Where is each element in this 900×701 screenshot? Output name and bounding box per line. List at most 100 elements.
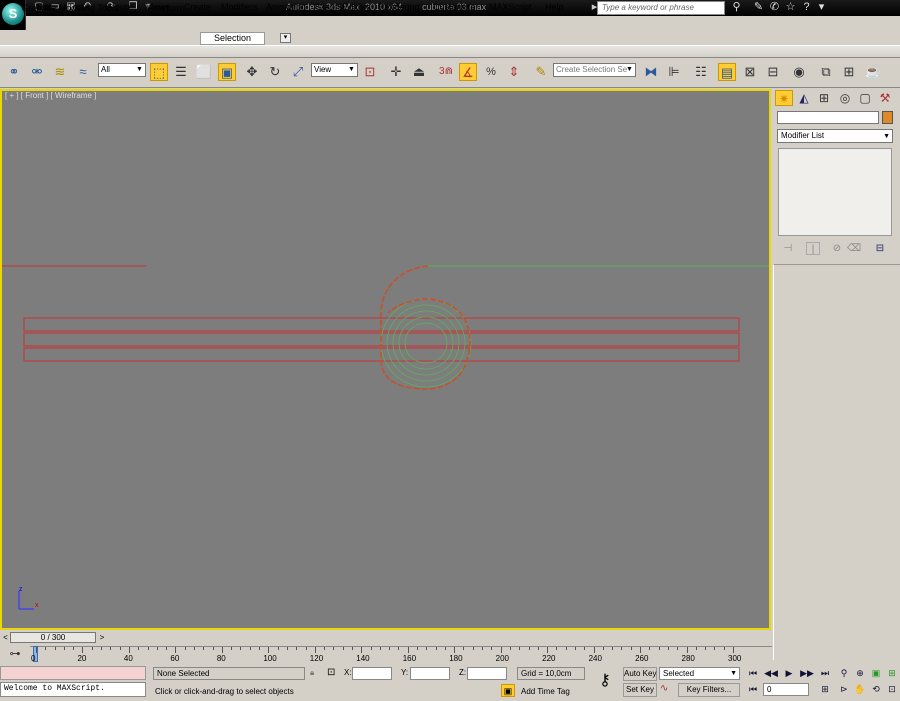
layer-manager-icon[interactable]: ☷	[692, 63, 710, 81]
reference-coordinate-dropdown[interactable]: View ▼	[311, 63, 358, 77]
time-tag-icon[interactable]: ▣	[501, 684, 515, 697]
auto-key-button[interactable]: Auto Key	[623, 667, 657, 681]
current-frame-field[interactable]: 0	[763, 683, 809, 696]
spinner-snap-icon[interactable]: ⇕	[505, 63, 523, 81]
viewport-canvas[interactable]	[2, 91, 769, 628]
go-to-end-icon[interactable]: ⏭	[818, 666, 832, 680]
curve-editor-icon[interactable]: ⊠	[741, 63, 759, 81]
spiral-profile-curve[interactable]	[380, 265, 471, 390]
rotate-icon[interactable]: ↻	[266, 63, 284, 81]
rendered-frame-icon[interactable]: ⊞	[840, 63, 858, 81]
pivot-center-icon[interactable]: ⊡	[361, 63, 379, 81]
go-to-start-icon[interactable]: ⏮	[746, 666, 760, 680]
select-manipulate-icon[interactable]: ✛	[387, 63, 405, 81]
hierarchy-tab-icon[interactable]: ⊞	[815, 90, 833, 106]
help-icon[interactable]: ?	[800, 1, 813, 14]
show-end-result-icon[interactable]: |	[806, 242, 820, 255]
render-setup-icon[interactable]: ⧉	[817, 63, 835, 81]
bind-space-warp-icon[interactable]: ≋	[51, 63, 69, 81]
percent-snap-icon[interactable]: %	[482, 63, 500, 81]
link-icon[interactable]: ⚭	[5, 63, 23, 81]
motion-tab-icon[interactable]: ◎	[836, 90, 854, 106]
subscription-icon[interactable]: ✎	[752, 1, 765, 14]
maxscript-output[interactable]: Welcome to MAXScript.	[0, 682, 146, 697]
ribbon-minimize-icon[interactable]: ▾	[280, 33, 291, 43]
spiral-helix[interactable]	[380, 298, 472, 388]
material-editor-icon[interactable]: ◉	[790, 63, 808, 81]
z-coordinate-field[interactable]	[467, 667, 507, 680]
make-unique-icon[interactable]: ⊘	[830, 242, 844, 255]
x-coordinate-field[interactable]	[352, 667, 392, 680]
track-bar[interactable]	[30, 646, 772, 664]
render-teapot-icon[interactable]: ☕	[864, 63, 882, 81]
time-slider[interactable]: 0 / 300	[10, 632, 96, 643]
absolute-mode-icon[interactable]: ⊡	[327, 667, 335, 679]
key-tangent-icon[interactable]: ∿	[660, 683, 674, 695]
menu-help[interactable]: Help	[545, 1, 564, 14]
mini-curve-editor-icon[interactable]: ⊶	[7, 647, 23, 661]
display-tab-icon[interactable]: ▢	[856, 90, 874, 106]
viewport-front[interactable]	[0, 89, 771, 630]
tab-freeform[interactable]: Freeform	[145, 2, 187, 15]
tab-graphite-modeling-tools[interactable]: Graphite Modeling Tools	[20, 2, 120, 15]
maxscript-listener-input[interactable]	[0, 666, 146, 680]
snaps-toggle-icon[interactable]: 3⋒	[437, 63, 455, 81]
select-object-icon[interactable]: ⬚	[150, 63, 168, 81]
zoom-extents-all-icon[interactable]: ⊞	[885, 666, 899, 680]
menu-create[interactable]: Create	[184, 1, 211, 14]
time-configuration-icon[interactable]: ⊞	[818, 682, 832, 696]
selection-lock-icon[interactable]: 🔒︎	[310, 667, 314, 679]
rectangular-region-icon[interactable]: ⬜	[195, 63, 213, 81]
modifier-stack[interactable]	[778, 148, 892, 236]
slider-next-icon[interactable]: >	[97, 632, 107, 643]
graphite-toggle-icon[interactable]: ▤	[718, 63, 736, 81]
field-of-view-icon[interactable]: ⊳	[837, 682, 851, 696]
menu-graph-editors[interactable]: Graph Editors	[315, 1, 371, 14]
create-tab-icon[interactable]: ✷	[775, 90, 793, 106]
edit-named-selection-icon[interactable]: ✎	[532, 63, 550, 81]
menu-modifiers[interactable]: Modifiers	[221, 1, 258, 14]
communication-icon[interactable]: ✆	[768, 1, 781, 14]
utilities-tab-icon[interactable]: ⚒	[876, 90, 894, 106]
configure-modifier-sets-icon[interactable]: ⊟	[873, 242, 887, 255]
pan-view-icon[interactable]: ✋	[853, 682, 867, 696]
object-name-field[interactable]	[777, 111, 879, 124]
zoom-all-icon[interactable]: ⊕	[853, 666, 867, 680]
key-mode-dropdown[interactable]: Selected ▼	[659, 667, 740, 680]
keyboard-shortcut-icon[interactable]: ⏏	[410, 63, 428, 81]
mirror-icon[interactable]: ⧓	[642, 63, 660, 81]
modify-tab-icon[interactable]: ◭	[795, 90, 813, 106]
schematic-view-icon[interactable]: ⊟	[764, 63, 782, 81]
set-key-button[interactable]: Set Key	[623, 683, 657, 697]
viewport-label[interactable]: [ + ] [ Front ] [ Wireframe ]	[5, 91, 96, 100]
zoom-icon[interactable]: ⚲	[837, 666, 851, 680]
help-dropdown-icon[interactable]: ▾	[815, 1, 828, 14]
slider-prev-icon[interactable]: <	[1, 632, 10, 643]
named-selection-set-dropdown[interactable]: Create Selection Se ▼	[553, 63, 636, 77]
remove-modifier-icon[interactable]: ⌫	[847, 242, 861, 255]
next-frame-icon[interactable]: ▶▶	[800, 666, 814, 680]
key-mode-toggle-icon[interactable]: ⏮	[746, 682, 760, 696]
modifier-list-dropdown[interactable]: Modifier List ▼	[777, 129, 893, 143]
move-icon[interactable]: ✥	[243, 63, 261, 81]
tab-selection[interactable]: Selection	[200, 32, 265, 45]
select-by-name-icon[interactable]: ☰	[172, 63, 190, 81]
unlink-icon[interactable]: ⚮	[28, 63, 46, 81]
selection-filter-dropdown[interactable]: All ▼	[98, 63, 146, 77]
orbit-icon[interactable]: ⟲	[869, 682, 883, 696]
menu-rendering[interactable]: Rendering	[378, 1, 420, 14]
favorites-star-icon[interactable]: ☆	[784, 1, 797, 14]
play-icon[interactable]: ▶	[782, 666, 796, 680]
menu-maxscript[interactable]: MAXScript	[489, 1, 532, 14]
search-input[interactable]: Type a keyword or phrase	[597, 1, 725, 15]
add-time-tag-button[interactable]: Add Time Tag	[521, 686, 570, 698]
pin-stack-icon[interactable]: ⊣	[781, 242, 795, 255]
menu-animation[interactable]: Animation	[266, 1, 306, 14]
menu-customize[interactable]: Customize	[433, 1, 476, 14]
maximize-viewport-icon[interactable]: ⊡	[885, 682, 899, 696]
scale-icon[interactable]: ⤢	[289, 63, 307, 81]
angle-snap-icon[interactable]: ∡	[459, 63, 477, 81]
binoculars-icon[interactable]: ⚲	[730, 1, 743, 14]
align-icon[interactable]: ⊫	[665, 63, 683, 81]
window-crossing-icon[interactable]: ▣	[218, 63, 236, 81]
